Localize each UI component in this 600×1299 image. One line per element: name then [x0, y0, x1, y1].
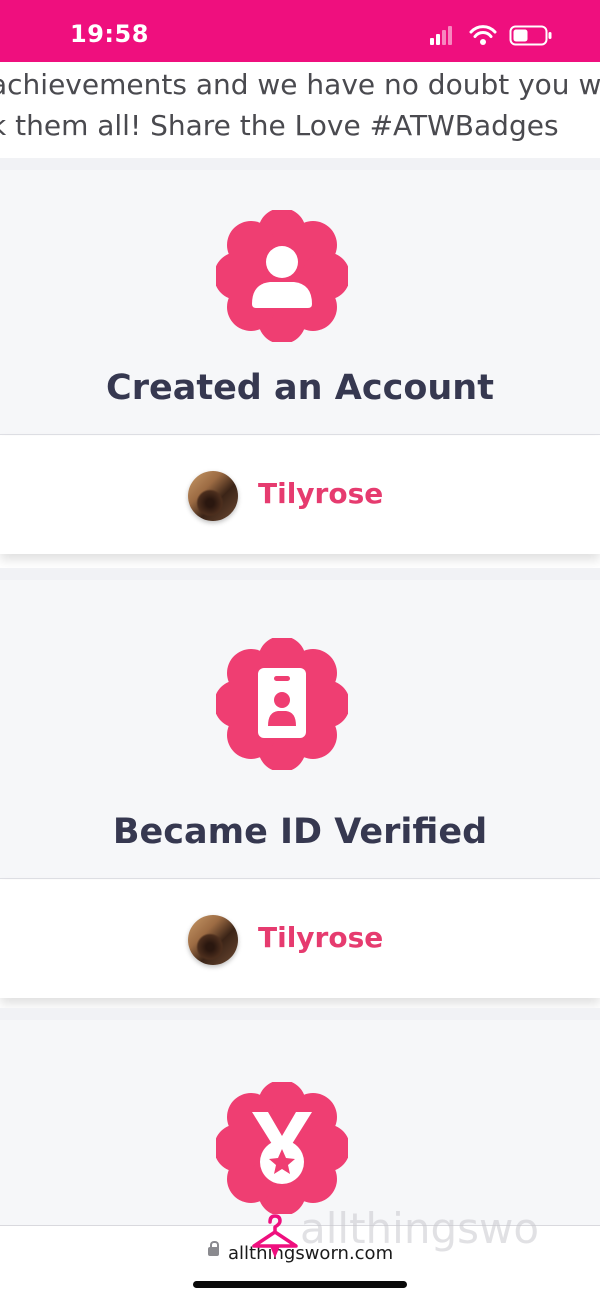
home-indicator[interactable] — [193, 1281, 407, 1288]
username-link[interactable]: Tilyrose — [258, 921, 383, 954]
battery-icon — [509, 25, 552, 46]
user-icon — [216, 210, 348, 342]
browser-bar: allthingswo allthingsworn.com — [0, 1204, 600, 1299]
badge-card-medal — [0, 1008, 600, 1226]
badge-card-account: Created an Account Tilyrose — [0, 158, 600, 568]
medal-icon — [216, 1082, 348, 1214]
badge-user-row: Tilyrose — [0, 436, 600, 554]
intro-line-2: k them all! Share the Love #ATWBadges — [0, 109, 559, 142]
badge-title: Created an Account — [106, 368, 494, 408]
intro-line-1: achievements and we have no doubt you wi — [0, 68, 600, 101]
hanger-logo-icon — [252, 1214, 298, 1258]
wifi-icon — [469, 25, 497, 45]
status-icons — [430, 25, 552, 46]
avatar[interactable] — [188, 915, 238, 965]
signal-icon — [430, 26, 452, 45]
username-link[interactable]: Tilyrose — [258, 477, 383, 510]
id-card-icon — [216, 638, 348, 770]
badge-header: Became ID Verified — [0, 580, 600, 879]
intro-text: achievements and we have no doubt you wi… — [0, 62, 600, 158]
status-bar: 19:58 — [0, 0, 600, 66]
badge-user-row: Tilyrose — [0, 880, 600, 998]
badge-title: Became ID Verified — [112, 812, 488, 852]
lock-icon — [208, 1241, 219, 1256]
badge-header — [0, 1020, 600, 1226]
badge-card-id-verified: Became ID Verified Tilyrose — [0, 568, 600, 1008]
avatar[interactable] — [188, 471, 238, 521]
status-time: 19:58 — [70, 20, 149, 48]
badge-header: Created an Account — [0, 170, 600, 435]
